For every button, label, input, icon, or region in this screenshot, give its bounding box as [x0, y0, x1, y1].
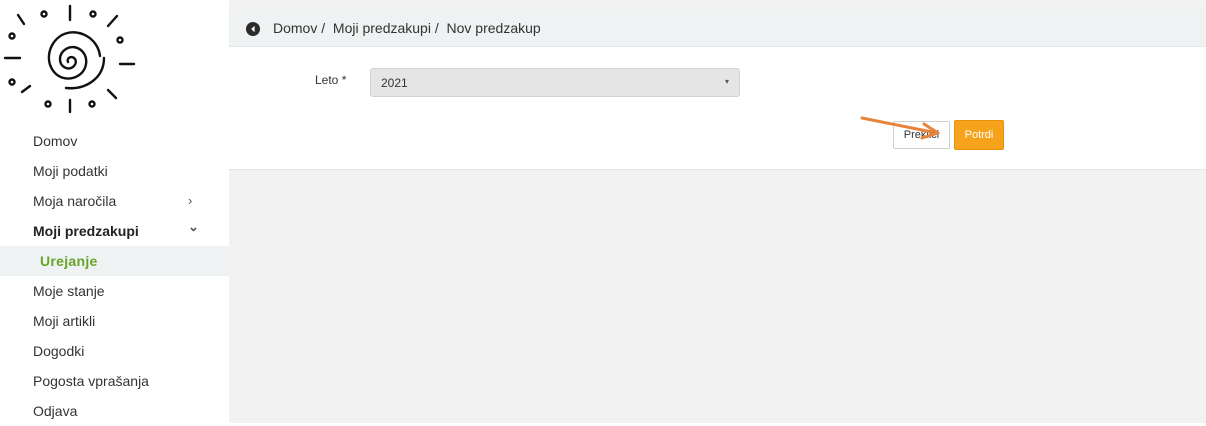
sidebar-subitem-urejanje[interactable]: Urejanje: [0, 246, 229, 276]
sun-snail-logo: [3, 4, 136, 114]
sidebar-item-moji-predzakupi[interactable]: Moji predzakupi ⌄: [0, 216, 229, 246]
sidebar-item-label: Moja naročila: [33, 193, 117, 209]
sidebar: Domov Moji podatki Moja naročila › Moji …: [0, 0, 229, 423]
breadcrumb: Domov / Moji predzakupi / Nov predzakup: [229, 11, 1206, 47]
sidebar-nav: Domov Moji podatki Moja naročila › Moji …: [0, 126, 229, 426]
chevron-down-icon: ⌄: [188, 219, 199, 234]
form-panel: Leto * 2021 ▾ Prekliči Potrdi: [229, 47, 1206, 170]
confirm-button[interactable]: Potrdi: [954, 120, 1004, 150]
sidebar-item-pogosta-vprasanja[interactable]: Pogosta vprašanja: [0, 366, 229, 396]
sidebar-item-moji-artikli[interactable]: Moji artikli: [0, 306, 229, 336]
year-label: Leto *: [315, 73, 347, 87]
year-select-value: 2021: [381, 76, 408, 90]
sidebar-item-label: Moji predzakupi: [33, 223, 139, 239]
sidebar-item-dogodki[interactable]: Dogodki: [0, 336, 229, 366]
sidebar-item-domov[interactable]: Domov: [0, 126, 229, 156]
year-select[interactable]: 2021 ▾: [370, 68, 740, 97]
sidebar-item-moji-podatki[interactable]: Moji podatki: [0, 156, 229, 186]
main-content: Domov / Moji predzakupi / Nov predzakup …: [229, 0, 1206, 423]
breadcrumb-path[interactable]: Domov / Moji predzakupi / Nov predzakup: [273, 20, 541, 36]
annotation-arrow-icon: [860, 116, 940, 140]
sidebar-item-moje-stanje[interactable]: Moje stanje: [0, 276, 229, 306]
back-circle-icon[interactable]: [246, 22, 260, 36]
sidebar-item-odjava[interactable]: Odjava: [0, 396, 229, 426]
caret-down-icon: ▾: [724, 77, 729, 86]
